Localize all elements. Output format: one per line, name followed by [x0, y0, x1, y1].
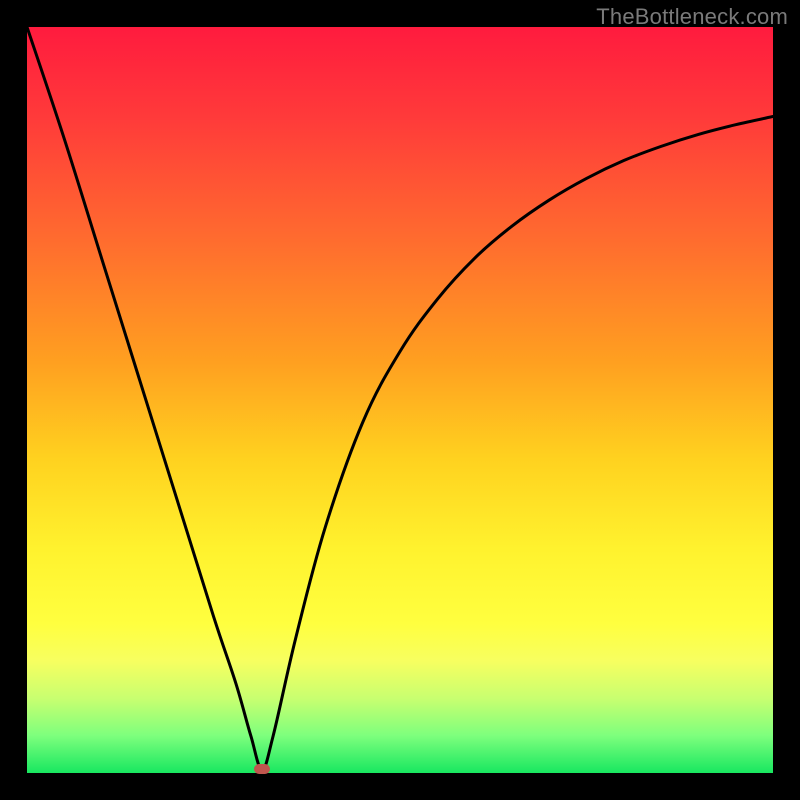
chart-plot-area — [27, 27, 773, 773]
bottleneck-curve — [27, 27, 773, 773]
chart-frame: TheBottleneck.com — [0, 0, 800, 800]
watermark-text: TheBottleneck.com — [596, 4, 788, 30]
trough-marker — [254, 764, 270, 774]
curve-path — [27, 27, 773, 769]
